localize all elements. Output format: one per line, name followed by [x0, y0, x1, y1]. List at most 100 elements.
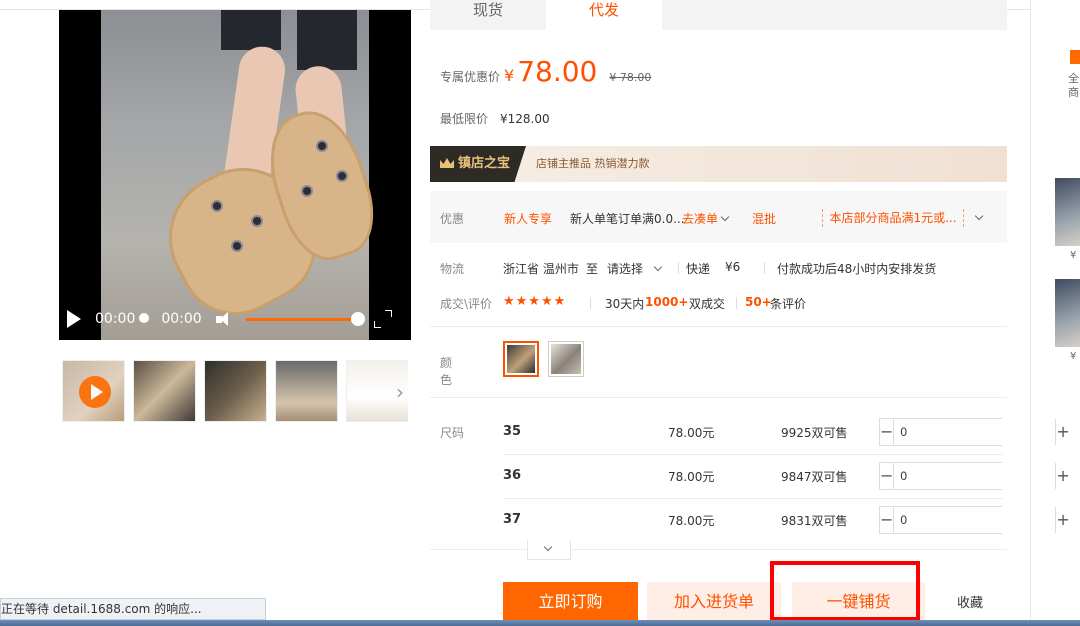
purchase-mode-tabs: 现货 代发	[430, 0, 1007, 30]
chevron-down-icon[interactable]	[974, 211, 984, 221]
color-swatch[interactable]	[548, 341, 584, 377]
destination-select[interactable]: 请选择	[607, 260, 663, 277]
size-row: 36 78.00元 9847双可售 − +	[503, 462, 1070, 506]
thumbnail-strip	[62, 360, 408, 422]
crown-icon	[440, 158, 454, 168]
tab-dropship[interactable]: 代发	[546, 0, 662, 30]
price-row: 专属优惠价 ¥ 78.00 ¥ 78.00	[440, 55, 651, 88]
minus-icon[interactable]: −	[880, 507, 895, 533]
new-user-offer: 新人专享	[504, 212, 553, 226]
flower-ornament	[301, 185, 313, 197]
thumbnail-image[interactable]	[275, 360, 338, 422]
treasure-text: 店铺主推品 热销潜力款	[536, 157, 650, 170]
review-count-unit: 条评价	[770, 297, 807, 311]
chevron-down-icon	[543, 542, 553, 552]
thumbnail-image[interactable]	[204, 360, 267, 422]
chevron-down-icon	[653, 262, 663, 272]
plus-icon[interactable]: +	[1055, 419, 1070, 445]
sidebar-text[interactable]: 全商	[1068, 72, 1080, 100]
ship-to-label: 至	[586, 262, 599, 276]
os-taskbar	[0, 620, 1080, 626]
fullscreen-icon[interactable]	[373, 310, 392, 328]
time-dot-icon	[139, 313, 150, 323]
row-divider	[503, 454, 1003, 455]
minus-icon[interactable]: −	[880, 463, 895, 489]
play-circle-icon	[79, 376, 111, 408]
size-price: 78.00元	[668, 470, 715, 484]
volume-icon[interactable]	[215, 312, 230, 326]
flower-ornament	[211, 200, 223, 212]
color-swatch-selected[interactable]	[503, 341, 539, 377]
swatch-image	[507, 345, 535, 373]
video-frame	[101, 10, 387, 340]
video-duration: 00:00	[161, 311, 202, 327]
deal-count-unit: 双成交	[689, 297, 726, 311]
tab-spot[interactable]: 现货	[430, 0, 546, 30]
quantity-input[interactable]	[894, 463, 1056, 489]
highlight-box	[770, 561, 920, 621]
flower-ornament	[336, 170, 348, 182]
quantity-stepper: − +	[879, 418, 1070, 446]
flower-ornament	[231, 240, 243, 252]
deal-days: 30天内	[605, 297, 645, 311]
video-progress-bar[interactable]	[245, 311, 365, 326]
size-row: 35 78.00元 9925双可售 − +	[503, 418, 1070, 462]
size-value: 35	[503, 424, 522, 439]
size-stock: 9831双可售	[781, 514, 848, 528]
plus-icon[interactable]: +	[1055, 463, 1070, 489]
separator	[678, 262, 679, 274]
promo-label: 优惠	[440, 212, 465, 226]
size-value: 36	[503, 468, 522, 483]
jeans-hem-right	[297, 10, 357, 70]
minus-icon[interactable]: −	[880, 419, 895, 445]
sidebar-product-image[interactable]	[1055, 279, 1080, 347]
sidebar-product-image[interactable]	[1055, 178, 1080, 246]
review-count[interactable]: 50+	[745, 295, 772, 309]
cube-icon[interactable]	[1070, 50, 1080, 64]
separator	[764, 262, 765, 274]
size-label: 尺码	[440, 426, 465, 440]
expand-sizes-button[interactable]	[527, 540, 571, 560]
quantity-stepper: − +	[879, 506, 1070, 534]
chevron-down-icon	[720, 212, 730, 222]
store-coupon[interactable]: 本店部分商品满1元或...	[822, 209, 964, 227]
quantity-input[interactable]	[894, 419, 1056, 445]
separator	[736, 297, 737, 309]
min-price-row: 最低限价 ¥128.00	[440, 110, 550, 127]
size-value: 37	[503, 512, 522, 527]
go-fill-order-link[interactable]: 去凑单	[682, 210, 730, 227]
promotions-box: 优惠 新人专享 新人单笔订单满0.0... 去凑单 混批 本店部分商品满1元或.…	[430, 191, 1007, 243]
shipping-method: 快递	[686, 262, 711, 276]
flower-ornament	[251, 215, 263, 227]
jeans-hem	[221, 10, 281, 50]
sidebar-divider	[1030, 0, 1031, 626]
shipping-fee: ¥6	[725, 260, 741, 274]
play-icon[interactable]	[67, 310, 81, 328]
separator	[590, 297, 591, 309]
price-currency: ¥	[504, 66, 515, 85]
size-price: 78.00元	[668, 426, 715, 440]
row-divider	[503, 498, 1003, 499]
rating-stars-icon: ★★★★★	[503, 294, 567, 309]
sidebar-price: ¥	[1070, 250, 1077, 261]
browser-status-bar: 正在等待 detail.1688.com 的响应...	[0, 598, 266, 620]
swatch-image	[551, 344, 581, 374]
deal-label: 成交\评价	[440, 297, 493, 311]
promo-description: 新人单笔订单满0.0...	[570, 212, 685, 226]
price-value: 78.00	[517, 55, 598, 88]
min-price-label: 最低限价	[440, 112, 489, 126]
plus-icon[interactable]: +	[1055, 507, 1070, 533]
quantity-input[interactable]	[894, 507, 1056, 533]
thumbnail-image[interactable]	[133, 360, 196, 422]
mixed-wholesale-link[interactable]: 混批	[752, 210, 776, 227]
progress-knob[interactable]	[350, 311, 365, 326]
min-price-value: ¥128.00	[500, 112, 550, 126]
thumbnail-video[interactable]	[62, 360, 125, 422]
product-video[interactable]: 00:00 00:00	[59, 10, 411, 340]
chevron-right-icon[interactable]: ›	[396, 380, 404, 404]
store-treasure-banner: 镇店之宝 店铺主推品 热销潜力款	[430, 146, 1007, 182]
color-label: 颜色	[440, 356, 453, 387]
video-controls: 00:00 00:00	[59, 298, 411, 340]
treasure-badge: 镇店之宝	[430, 146, 526, 182]
ship-origin: 浙江省 温州市	[503, 262, 579, 276]
